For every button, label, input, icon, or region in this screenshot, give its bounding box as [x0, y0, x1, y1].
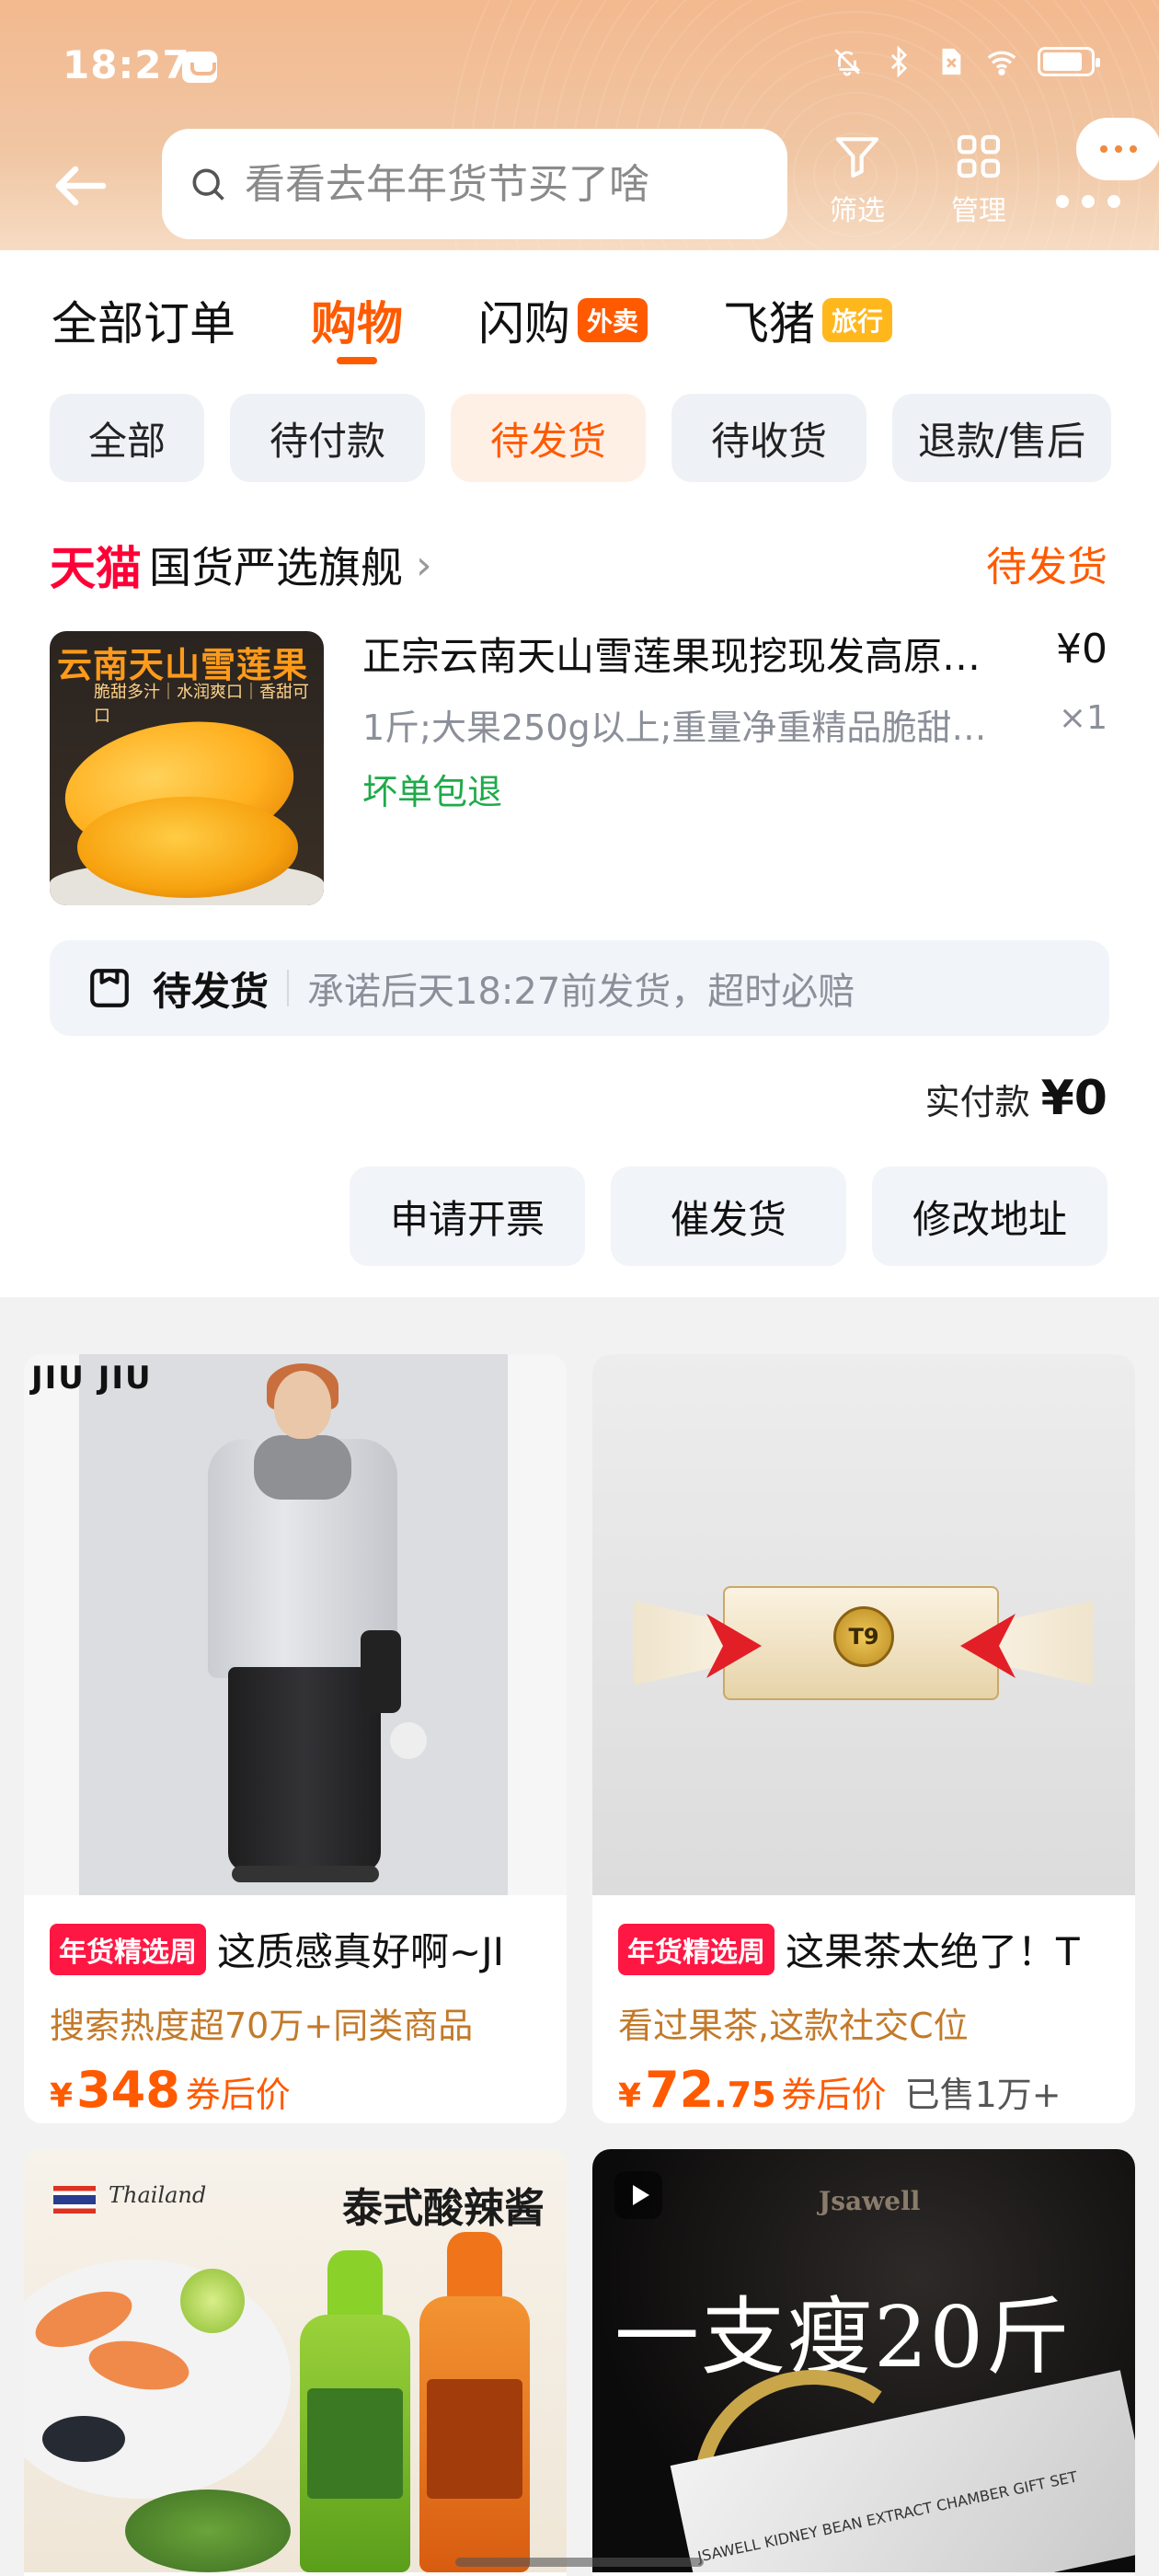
recommendation-card[interactable]: Thailand 泰式酸辣酱 — [24, 2149, 567, 2576]
card-title: 这果茶太绝了！T — [786, 1929, 1080, 1974]
promo-tag: 年货精选周 — [618, 1923, 775, 1975]
product-image: Jsawell 一支瘦20斤 JSAWELL KIDNEY BEAN EXTRA… — [592, 2149, 1135, 2572]
tmall-logo: 天猫 — [50, 542, 142, 595]
tab-shopping[interactable]: 购物 — [311, 287, 403, 364]
order-actions: 申请开票 催发货 修改地址 — [350, 1167, 1107, 1266]
card-info: 年货精选周 这质感真好啊~JI 搜索热度超70万+同类商品 ¥ 348 券后价 — [24, 1895, 567, 2123]
package-icon — [90, 969, 129, 1007]
currency-symbol: ¥ — [50, 2077, 74, 2115]
message-bubble-icon — [1076, 118, 1159, 180]
card-subtitle: 搜索热度超70万+同类商品 — [50, 2006, 474, 2046]
medal-badge: T9 — [833, 1606, 894, 1667]
filter-pending-shipment[interactable]: 待发货 — [451, 394, 646, 482]
order-type-tabs: 全部订单 购物 闪购 外卖 飞猪 旅行 — [52, 287, 968, 375]
card-info: 年货精选周 这果茶太绝了！T 看过果茶,这款社交C位 ¥ 72 .75 券后价 … — [592, 1895, 1135, 2123]
product-price: ¥0 — [1056, 626, 1107, 673]
card-title: 这质感真好啊~JI — [217, 1929, 504, 1974]
filter-button[interactable]: 筛选 — [811, 131, 903, 228]
coupon-label: 券后价 — [781, 2075, 887, 2115]
brand-label: Jsawell — [819, 2186, 921, 2216]
status-time: 18:27 — [63, 42, 190, 87]
card-subtitle: 看过果茶,这款社交C位 — [618, 2006, 969, 2046]
tab-label: 飞猪 — [723, 297, 816, 351]
tab-flash-buy[interactable]: 闪购 外卖 — [478, 287, 648, 353]
product-sku: 1斤;大果250g以上;重量净重精品脆甜… — [362, 707, 987, 748]
card-price: ¥ 348 券后价 — [50, 2061, 541, 2119]
paid-value: ¥0 — [1040, 1071, 1107, 1126]
price-integer: 72 — [645, 2061, 715, 2119]
search-input[interactable] — [245, 160, 760, 208]
delivery-badge: 外卖 — [578, 298, 648, 342]
product-title[interactable]: 正宗云南天山雪莲果现挖现发高原… — [362, 626, 1006, 682]
search-icon — [192, 168, 224, 201]
product-image: JIU JIU — [24, 1354, 567, 1895]
recommendation-card[interactable]: Jsawell 一支瘦20斤 JSAWELL KIDNEY BEAN EXTRA… — [592, 2149, 1135, 2576]
status-filters: 全部 待付款 待发货 待收货 退款/售后 — [50, 394, 1111, 482]
urge-shipment-button[interactable]: 催发货 — [611, 1167, 846, 1266]
currency-symbol: ¥ — [618, 2077, 642, 2115]
filter-all[interactable]: 全部 — [50, 394, 204, 482]
product-image: Thailand 泰式酸辣酱 — [24, 2149, 567, 2572]
more-menu-button[interactable] — [1056, 118, 1159, 237]
search-bar[interactable] — [162, 129, 787, 239]
recommendation-card[interactable]: T9 年货精选周 这果茶太绝了！T 看过果茶,这款社交C位 ¥ 72 .75 券… — [592, 1354, 1135, 2123]
shop-link[interactable]: 天猫 国货严选旗舰 › — [50, 532, 432, 598]
battery-icon — [1038, 47, 1100, 76]
tab-label: 全部订单 — [52, 297, 235, 351]
filter-pending-receipt[interactable]: 待收货 — [671, 394, 866, 482]
product-quantity: ×1 — [1058, 699, 1107, 737]
travel-badge: 旅行 — [822, 298, 893, 342]
chevron-right-icon: › — [416, 541, 432, 589]
grid-icon — [957, 134, 1001, 178]
product-image-subtitle: 脆甜多汁｜水润爽口｜香甜可口 — [94, 683, 309, 726]
guarantee-tag: 坏单包退 — [362, 772, 503, 812]
wifi-icon — [987, 51, 1016, 76]
thailand-flag-icon — [53, 2186, 96, 2214]
more-dots-icon — [1056, 195, 1120, 208]
shop-name: 国货严选旗舰 — [149, 543, 403, 592]
sim-icon — [942, 48, 961, 75]
card-price: ¥ 72 .75 券后价 已售1万+ — [618, 2061, 1109, 2119]
status-bar: 18:27 — [0, 0, 1159, 136]
amount-paid: 实付款 ¥0 — [925, 1071, 1107, 1126]
mute-icon — [834, 49, 861, 76]
change-address-button[interactable]: 修改地址 — [872, 1167, 1107, 1266]
play-icon[interactable] — [614, 2171, 662, 2219]
shipping-promise: 承诺后天18:27前发货，超时必赔 — [307, 971, 855, 1013]
promo-tag: 年货精选周 — [50, 1923, 206, 1975]
country-label: Thailand — [109, 2182, 207, 2208]
tab-label: 购物 — [311, 297, 403, 351]
price-integer: 348 — [76, 2061, 180, 2119]
sold-count: 已售1万+ — [904, 2075, 1061, 2115]
filter-pending-payment[interactable]: 待付款 — [230, 394, 425, 482]
manage-label: 管理 — [951, 195, 1006, 227]
product-image[interactable]: 云南天山雪莲果 脆甜多汁｜水润爽口｜香甜可口 — [50, 631, 324, 905]
back-arrow-icon[interactable] — [48, 153, 114, 219]
filter-refund[interactable]: 退款/售后 — [892, 394, 1111, 482]
nav-row: 筛选 管理 — [0, 118, 1159, 247]
coupon-label: 券后价 — [185, 2075, 291, 2115]
app-icon — [182, 52, 217, 83]
shipping-label: 待发货 — [153, 968, 270, 1014]
paid-label: 实付款 — [924, 1082, 1030, 1122]
app-header: 18:27 筛选 管理 — [0, 0, 1159, 250]
image-title: 泰式酸辣酱 — [342, 2185, 545, 2232]
product-image: T9 — [592, 1354, 1135, 1895]
status-icons — [832, 46, 1100, 77]
funnel-icon — [835, 137, 879, 178]
tab-label: 闪购 — [478, 297, 570, 351]
recommendation-card[interactable]: JIU JIU 年货精选周 这质感真好啊~JI 搜索热度超70万+同类商品 ¥ … — [24, 1354, 567, 2123]
tab-fliggy[interactable]: 飞猪 旅行 — [723, 287, 893, 353]
request-invoice-button[interactable]: 申请开票 — [350, 1167, 585, 1266]
order-status: 待发货 — [986, 544, 1107, 591]
bluetooth-icon — [890, 46, 908, 77]
filter-label: 筛选 — [830, 195, 885, 227]
shipping-info[interactable]: 待发货 承诺后天18:27前发货，超时必赔 — [50, 940, 1109, 1036]
manage-button[interactable]: 管理 — [933, 131, 1025, 228]
order-section: 全部订单 购物 闪购 外卖 飞猪 旅行 全部 待付款 待发货 待收货 退款/售后 天… — [0, 250, 1159, 1297]
home-indicator[interactable] — [455, 2558, 704, 2567]
tab-all-orders[interactable]: 全部订单 — [52, 287, 235, 353]
price-decimal: .75 — [714, 2075, 776, 2115]
brand-mark: JIU JIU — [31, 1360, 153, 1397]
